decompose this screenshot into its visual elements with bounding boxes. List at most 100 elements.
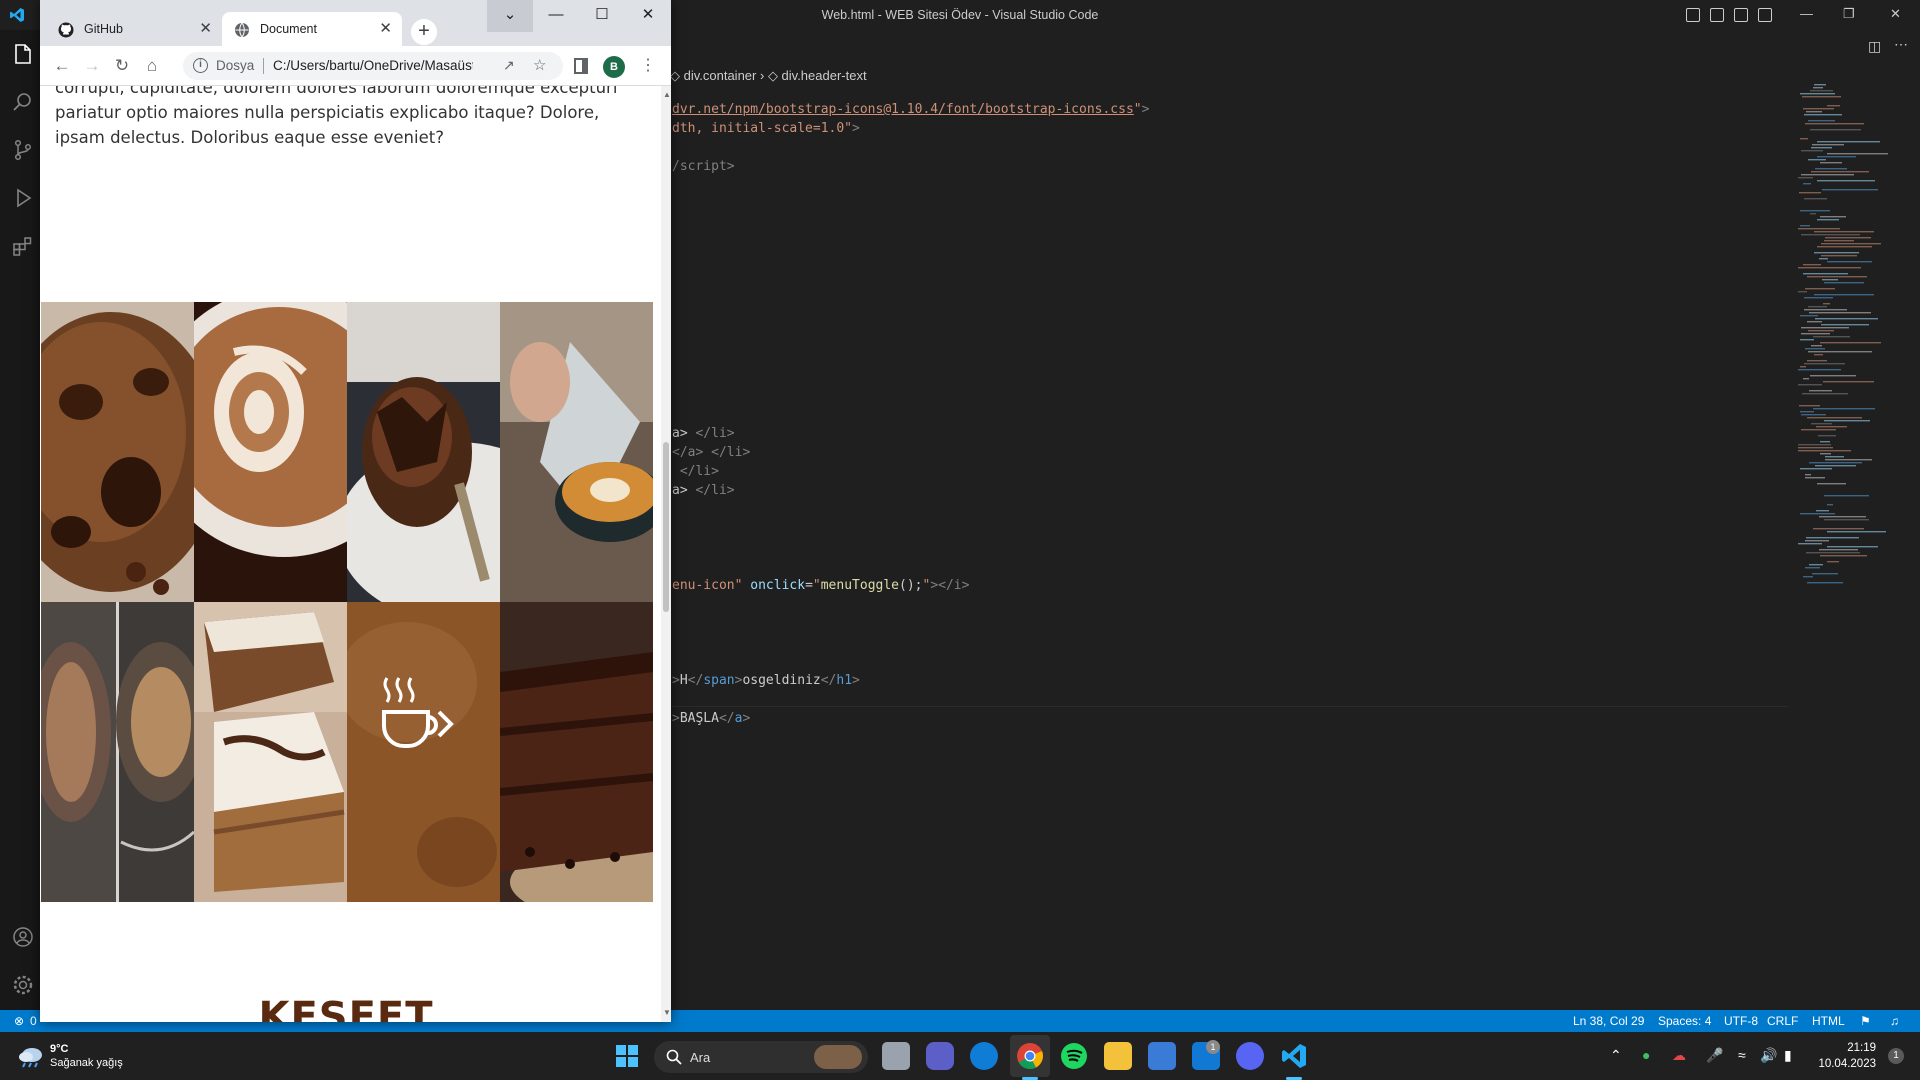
breadcrumb-item[interactable]: div.container <box>684 68 757 83</box>
code-line[interactable]: /script> <box>672 159 735 174</box>
toggle-panel-icon[interactable] <box>1710 8 1724 22</box>
minimap-line <box>1804 363 1845 365</box>
toggle-sidebar-icon[interactable] <box>1686 8 1700 22</box>
accounts-icon[interactable] <box>11 925 35 949</box>
teams-chat-icon[interactable] <box>926 1042 954 1070</box>
minimap-line <box>1817 180 1875 182</box>
run-debug-icon[interactable] <box>11 186 35 210</box>
feedback-icon[interactable]: ⚑ <box>1860 1014 1871 1028</box>
url-text[interactable]: C:/Users/bartu/OneDrive/Masaüst... <box>273 58 473 73</box>
split-editor-icon[interactable]: ◫ <box>1868 38 1881 55</box>
code-line[interactable]: </a> </li> <box>672 445 750 460</box>
microsoft-store-icon[interactable] <box>1148 1042 1176 1070</box>
cursor-position[interactable]: Ln 38, Col 29 <box>1573 1014 1644 1028</box>
forward-arrow-icon[interactable]: → <box>80 54 104 78</box>
clock-date[interactable]: 10.04.2023 <box>1806 1058 1876 1070</box>
site-info-icon[interactable]: i <box>193 58 208 73</box>
code-line[interactable]: >BAŞLA</a> <box>672 711 750 726</box>
share-icon[interactable]: ↗ <box>503 57 515 74</box>
code-line[interactable]: enu-icon" onclick="menuToggle();"></i> <box>672 578 969 593</box>
language-mode[interactable]: HTML <box>1812 1014 1845 1028</box>
globe-icon <box>235 22 249 38</box>
scroll-down-icon[interactable]: ▼ <box>663 1008 671 1017</box>
code-line[interactable]: >H</span>osgeldiniz</h1> <box>672 673 860 688</box>
back-arrow-icon[interactable]: ← <box>50 54 74 78</box>
weather-temperature[interactable]: 9°C <box>50 1043 68 1055</box>
file-explorer-icon[interactable] <box>1104 1042 1132 1070</box>
bookmark-star-icon[interactable]: ☆ <box>533 56 546 74</box>
weather-description[interactable]: Sağanak yağış <box>50 1057 123 1069</box>
minimize-button[interactable]: — <box>533 0 579 32</box>
volume-icon[interactable]: 🔊 <box>1760 1047 1777 1064</box>
spotify-icon[interactable] <box>1060 1042 1088 1070</box>
maximize-button[interactable]: ☐ <box>579 0 625 32</box>
minimap-line <box>1800 315 1818 317</box>
explorer-icon[interactable] <box>11 42 35 66</box>
reload-icon[interactable]: ↻ <box>110 54 134 78</box>
breadcrumb-item[interactable]: ◇ <box>768 68 782 83</box>
scroll-up-icon[interactable]: ▲ <box>663 90 671 99</box>
wifi-icon[interactable]: ≈ <box>1738 1047 1746 1063</box>
breadcrumb-item[interactable]: ◇ <box>670 68 684 83</box>
clock-time[interactable]: 21:19 <box>1814 1042 1876 1054</box>
new-tab-button[interactable]: + <box>411 19 437 45</box>
task-view-icon[interactable] <box>882 1042 910 1070</box>
battery-icon[interactable]: ▮ <box>1784 1047 1792 1064</box>
chrome-icon[interactable] <box>1016 1042 1044 1070</box>
discord-icon[interactable] <box>1236 1042 1264 1070</box>
minimize-button[interactable]: — <box>1800 6 1813 21</box>
customize-layout-icon[interactable] <box>1758 8 1772 22</box>
code-line[interactable]: </li> <box>672 464 719 479</box>
close-window-button[interactable]: ✕ <box>625 0 671 32</box>
indentation[interactable]: Spaces: 4 <box>1658 1014 1711 1028</box>
tray-cloud-icon[interactable]: ☁ <box>1672 1047 1686 1064</box>
code-line[interactable]: a> </li> <box>672 426 735 441</box>
weather-cloud-icon[interactable] <box>17 1044 45 1068</box>
close-tab-icon[interactable]: ✕ <box>199 19 212 37</box>
notifications-bell-icon[interactable]: ♫ <box>1890 1014 1899 1028</box>
notification-count-badge[interactable]: 1 <box>1888 1048 1904 1064</box>
extensions-icon[interactable] <box>11 234 35 258</box>
minimap[interactable] <box>1790 84 1910 604</box>
breadcrumb-item[interactable]: div.header-text <box>782 68 867 83</box>
tab-github[interactable]: GitHub ✕ <box>46 12 222 46</box>
address-bar[interactable]: i Dosya C:/Users/bartu/OneDrive/Masaüst.… <box>183 52 563 80</box>
close-tab-icon[interactable]: ✕ <box>379 19 392 37</box>
toggle-secondary-sidebar-icon[interactable] <box>1734 8 1748 22</box>
encoding[interactable]: UTF-8 <box>1724 1014 1758 1028</box>
windows-start-icon[interactable] <box>615 1044 639 1068</box>
side-panel-icon[interactable] <box>574 58 588 74</box>
profile-avatar[interactable]: B <box>603 56 625 78</box>
vscode-taskbar-icon[interactable] <box>1280 1042 1308 1070</box>
page-content[interactable]: corrupti, cupiditate, dolorem dolores la… <box>40 86 661 1022</box>
code-token: > <box>1141 102 1150 117</box>
close-button[interactable]: ✕ <box>1890 6 1901 22</box>
tray-shield-icon[interactable]: ● <box>1642 1047 1650 1063</box>
kebab-menu-icon[interactable]: ⋮ <box>640 55 656 75</box>
minimap-line <box>1820 216 1846 218</box>
source-control-icon[interactable] <box>11 138 35 162</box>
minimap-line <box>1822 189 1878 191</box>
microphone-icon[interactable]: 🎤 <box>1706 1047 1723 1064</box>
restore-button[interactable]: ❐ <box>1843 6 1855 22</box>
search-icon[interactable] <box>11 90 35 114</box>
manage-gear-icon[interactable] <box>11 973 35 997</box>
line-ending[interactable]: CRLF <box>1767 1014 1798 1028</box>
code-line[interactable]: dvr.net/npm/bootstrap-icons@1.10.4/font/… <box>672 102 1149 117</box>
tray-chevron-up-icon[interactable]: ⌃ <box>1610 1047 1622 1064</box>
home-icon[interactable]: ⌂ <box>140 54 164 78</box>
tab-document[interactable]: Document ✕ <box>222 12 402 46</box>
minimap-line <box>1813 336 1850 338</box>
more-actions-icon[interactable]: ⋯ <box>1894 36 1908 53</box>
page-scrollbar[interactable]: ▲ ▼ <box>661 86 671 1022</box>
error-icon[interactable]: ⊗ <box>14 1014 24 1028</box>
scroll-thumb[interactable] <box>663 442 669 612</box>
minimap-line <box>1812 144 1844 146</box>
minimap-line <box>1820 555 1867 557</box>
edge-icon[interactable] <box>970 1042 998 1070</box>
taskbar-search-box[interactable]: Ara <box>654 1041 868 1073</box>
code-line[interactable]: dth, initial-scale=1.0"> <box>672 121 860 136</box>
code-line[interactable]: a> </li> <box>672 483 735 498</box>
tab-search-chevron-icon[interactable]: ⌄ <box>487 0 533 32</box>
error-count[interactable]: 0 <box>30 1014 37 1028</box>
